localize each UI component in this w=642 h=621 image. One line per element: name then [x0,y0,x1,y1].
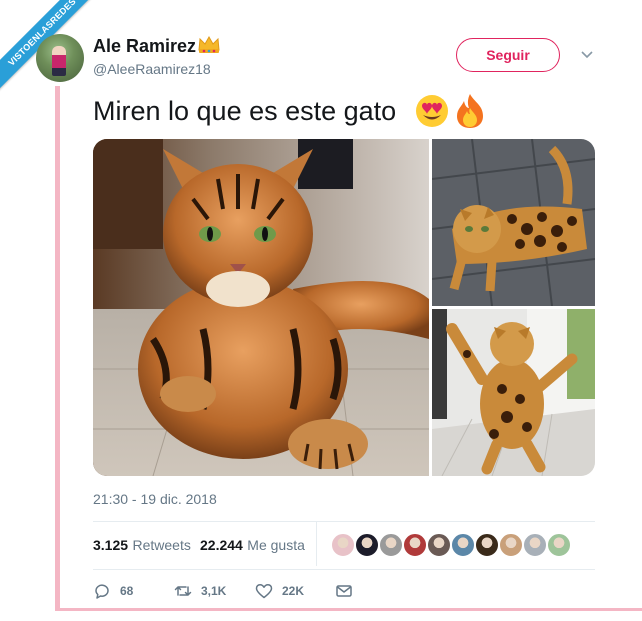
likes-count: 22.244 [200,537,243,553]
reply-count: 68 [120,584,134,598]
liker-avatar[interactable] [355,533,379,557]
tweet-text: Miren lo que es este gato [93,96,397,126]
liker-avatar[interactable] [547,533,571,557]
fire-emoji [457,94,483,128]
cat-photo-bottom-right[interactable] [432,309,595,476]
reply-icon [95,584,109,599]
retweet-button[interactable]: 3,1K [174,581,226,601]
liker-avatar[interactable] [427,533,451,557]
author-handle[interactable]: @AleeRaamirez18 [93,61,211,77]
liker-avatar[interactable] [331,533,355,557]
tweet-media[interactable] [93,139,595,476]
liker-avatar[interactable] [379,533,403,557]
crown-icon [198,35,220,53]
heart-icon [255,583,273,599]
author-name[interactable]: Ale Ramirez [93,36,196,57]
liker-avatar[interactable] [499,533,523,557]
divider [93,569,595,570]
chevron-down-icon[interactable] [580,50,594,60]
cat-photo-main[interactable] [93,139,429,476]
liker-avatar[interactable] [523,533,547,557]
envelope-icon [336,585,352,597]
stats-separator [316,522,317,566]
direct-message-button[interactable] [335,581,353,601]
heart-eyes-emoji [416,95,448,127]
tweet-timestamp[interactable]: 21:30 - 19 dic. 2018 [93,491,217,507]
divider [93,521,595,522]
retweets-label: Retweets [132,537,191,553]
likes-label: Me gusta [247,537,305,553]
like-button[interactable]: 22K [255,581,304,601]
liker-avatar[interactable] [475,533,499,557]
thread-line [55,86,60,611]
retweets-count: 3.125 [93,537,129,553]
follow-button[interactable]: Seguir [456,38,560,72]
retweet-count: 3,1K [201,584,227,598]
cat-photo-top-right[interactable] [432,139,595,306]
reply-button[interactable]: 68 [93,581,133,601]
retweet-icon [174,586,192,596]
liker-avatar[interactable] [403,533,427,557]
bottom-border [55,608,642,611]
avatar[interactable] [36,34,84,82]
likes-stat[interactable]: 22.244 Me gusta [200,537,305,555]
liker-avatar[interactable] [451,533,475,557]
retweets-stat[interactable]: 3.125 Retweets [93,537,191,555]
tweet-card: VISTOENLASREDES Ale Ramirez @AleeRaamire… [0,0,642,621]
like-count: 22K [282,584,305,598]
